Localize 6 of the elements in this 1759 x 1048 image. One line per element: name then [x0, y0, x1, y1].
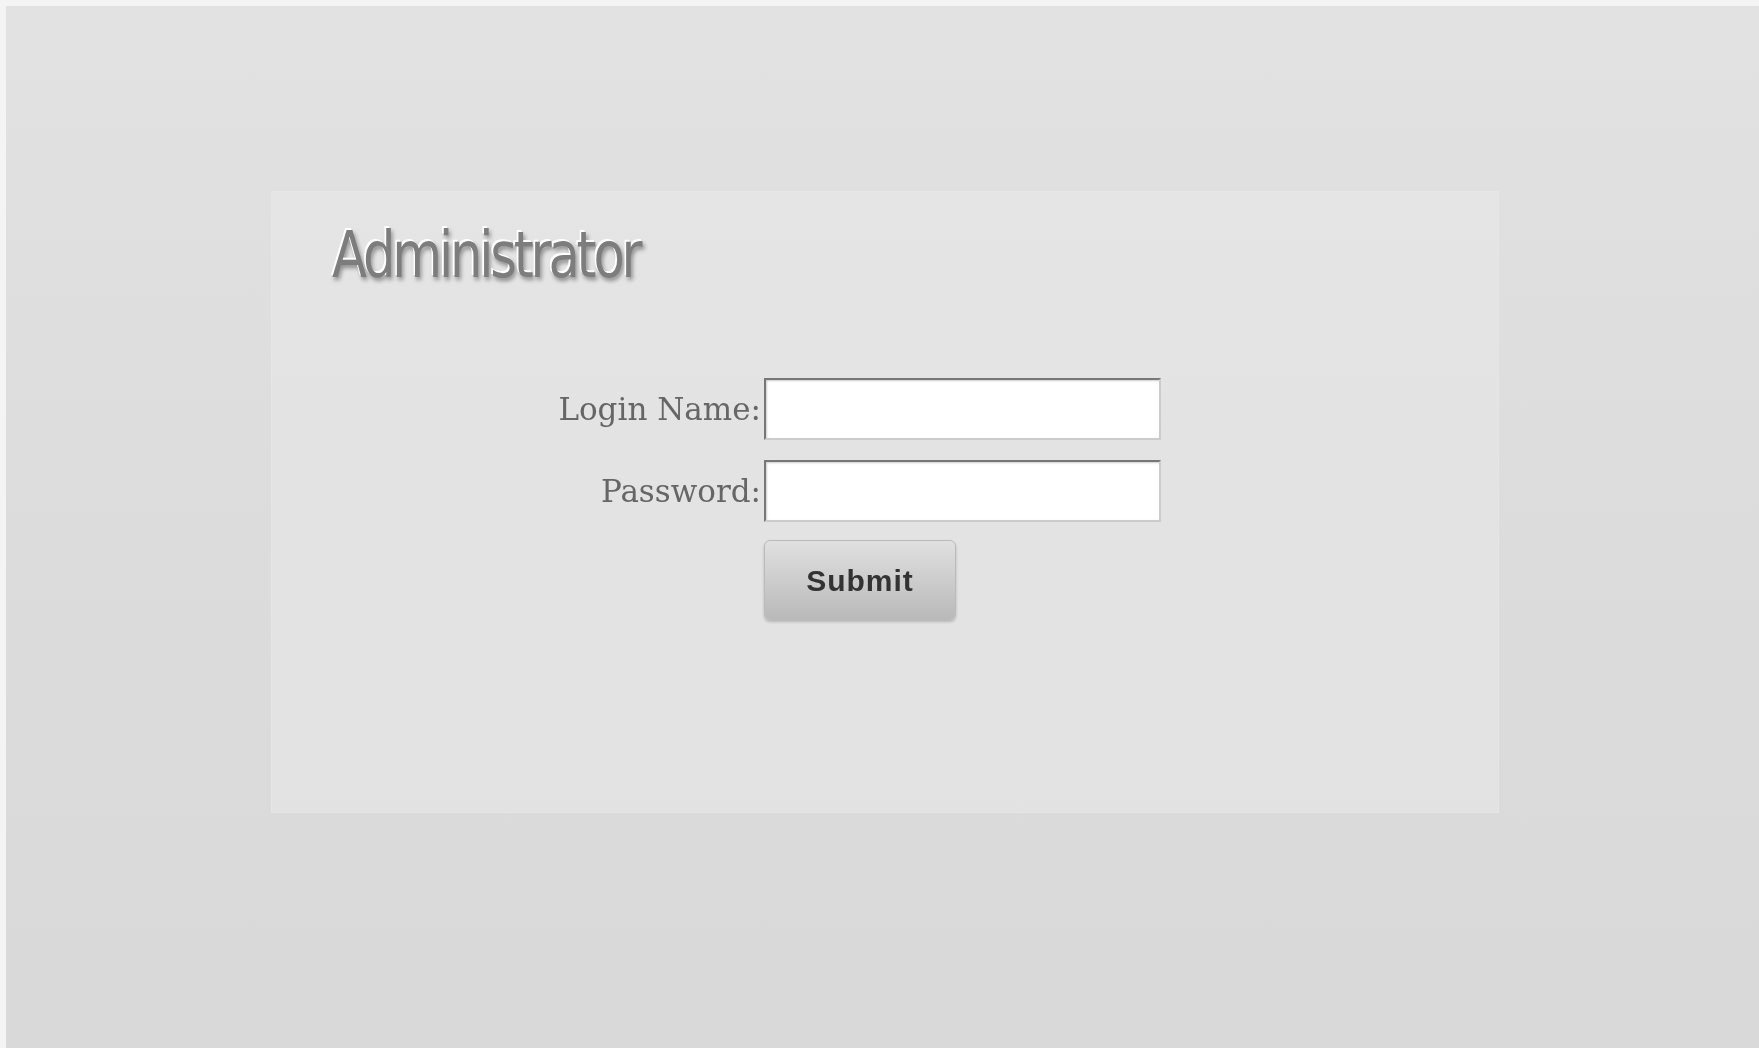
submit-button[interactable]: Submit: [764, 540, 956, 621]
input-field[interactable]: [764, 460, 1161, 523]
panel-title: Administrator: [332, 220, 640, 291]
field-label: Login Name:: [557, 390, 762, 430]
input-field[interactable]: [764, 378, 1161, 441]
field-label: Password:: [599, 472, 762, 512]
